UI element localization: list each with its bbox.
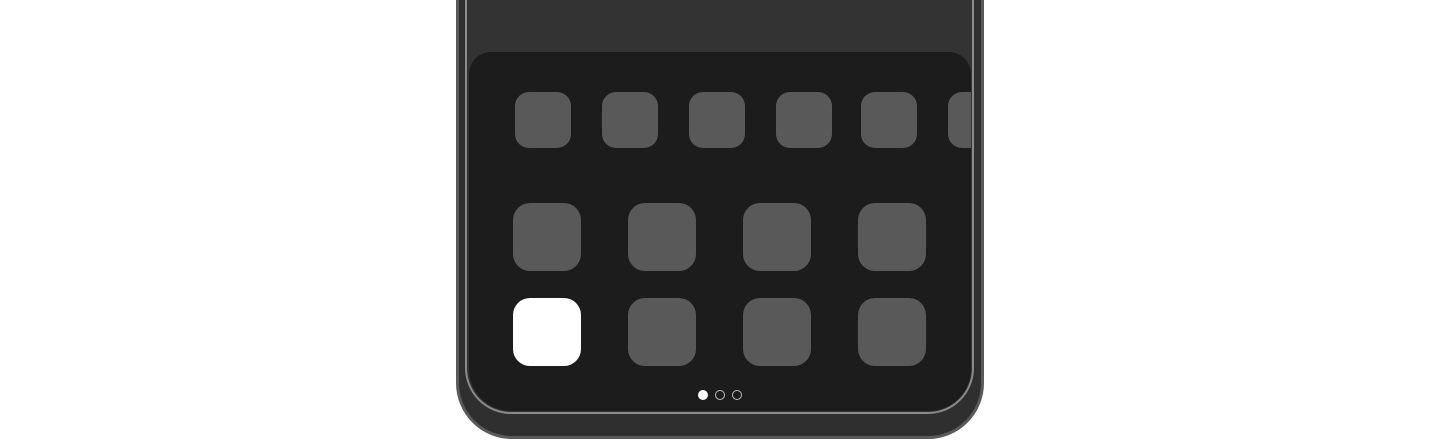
app-icon[interactable]: [513, 203, 581, 271]
page-dot[interactable]: [732, 390, 742, 400]
app-icon[interactable]: [743, 298, 811, 366]
app-icon[interactable]: [602, 92, 658, 148]
app-icon[interactable]: [515, 92, 571, 148]
app-icon[interactable]: [858, 203, 926, 271]
app-icon[interactable]: [628, 203, 696, 271]
app-icon[interactable]: [743, 203, 811, 271]
app-icon[interactable]: [776, 92, 832, 148]
app-icon-selected[interactable]: [513, 298, 581, 366]
page-dot-active[interactable]: [698, 390, 708, 400]
app-icon[interactable]: [858, 298, 926, 366]
app-icon[interactable]: [948, 92, 971, 148]
app-icon[interactable]: [689, 92, 745, 148]
app-icon[interactable]: [628, 298, 696, 366]
top-app-row[interactable]: [469, 52, 971, 172]
app-icon[interactable]: [861, 92, 917, 148]
home-screen: [469, 52, 971, 411]
stage: [0, 0, 1440, 440]
page-dot[interactable]: [715, 390, 725, 400]
page-indicator[interactable]: [469, 390, 971, 402]
